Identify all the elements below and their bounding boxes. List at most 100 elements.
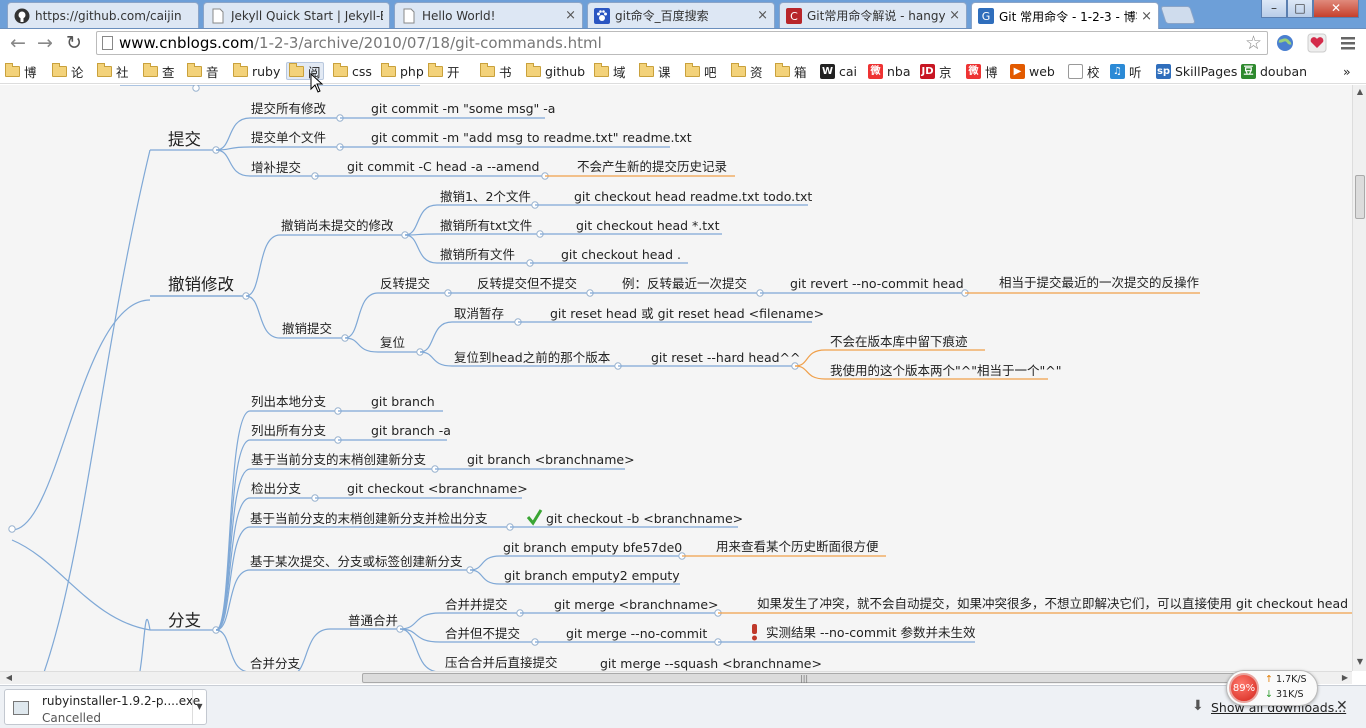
- bookmark-site-22[interactable]: 校: [1068, 62, 1100, 80]
- bookmark-star-icon[interactable]: ☆: [1245, 32, 1262, 54]
- bookmark-label: css: [352, 63, 372, 79]
- tab-close-button[interactable]: ×: [1141, 9, 1152, 24]
- scroll-up-icon[interactable]: ▲: [1353, 87, 1366, 96]
- bookmark-label: 校: [1087, 64, 1100, 80]
- folder-icon: [233, 62, 248, 77]
- undo-hard-note-2: 我使用的这个版本两个"^"相当于一个"^": [830, 363, 1062, 378]
- scroll-down-icon[interactable]: ▼: [1353, 657, 1366, 666]
- tab-hello-world[interactable]: Hello World! ×: [394, 2, 583, 28]
- folder-icon: [289, 62, 304, 77]
- bookmark-folder-13[interactable]: 课: [639, 62, 671, 80]
- vertical-scrollbar[interactable]: ▲ ▼: [1352, 85, 1366, 671]
- undo-all: 撤销所有文件: [440, 247, 516, 262]
- branch-from-commit-cmd-2: git branch emputy2 emputy: [504, 568, 680, 583]
- network-monitor-widget[interactable]: 89% ↑ 1.7K/S ↓ 31K/S: [1226, 670, 1318, 706]
- bookmark-folder-0[interactable]: 博: [5, 62, 37, 80]
- grip-icon: |||: [800, 674, 809, 683]
- bookmark-site-19[interactable]: JD 京: [920, 62, 952, 80]
- new-tab-button[interactable]: [1160, 6, 1196, 24]
- download-menu-dropdown-icon[interactable]: ▼: [192, 690, 206, 724]
- bookmark-folder-4[interactable]: 音: [187, 62, 219, 80]
- bookmark-site-24[interactable]: sp SkillPages: [1156, 62, 1237, 80]
- menu-wrench-icon[interactable]: [1338, 33, 1358, 53]
- tab-close-button[interactable]: ×: [949, 8, 960, 23]
- connector: [399, 612, 441, 630]
- bookmark-folder-9[interactable]: 开: [428, 62, 460, 80]
- bookmark-label: cai: [839, 63, 858, 79]
- branch-row-label-3: 检出分支: [251, 481, 302, 496]
- folder-icon: [526, 62, 541, 77]
- bookmarks-overflow-chevron-icon[interactable]: »: [1343, 62, 1351, 80]
- bookmark-folder-1[interactable]: 论: [52, 62, 84, 80]
- horizontal-scroll-thumb[interactable]: |||: [362, 673, 1247, 683]
- bookmark-site-17[interactable]: Wcai: [820, 62, 857, 80]
- scroll-right-icon[interactable]: ▶: [1338, 673, 1352, 682]
- bookmark-folder-7[interactable]: css: [333, 62, 372, 80]
- collapse-dot[interactable]: [8, 525, 16, 533]
- close-window-button[interactable]: ✕: [1313, 0, 1359, 18]
- bookmark-folder-3[interactable]: 查: [143, 62, 175, 80]
- connector: [215, 629, 248, 671]
- maximize-button[interactable]: □: [1287, 0, 1313, 18]
- heart-extension-icon[interactable]: [1307, 33, 1327, 53]
- connector: [469, 555, 501, 571]
- warning-exclamation-icon: [752, 624, 757, 641]
- folder-icon: [594, 62, 609, 77]
- bookmark-folder-10[interactable]: 书: [480, 62, 512, 80]
- back-arrow-icon[interactable]: ←: [6, 32, 30, 56]
- address-bar[interactable]: www.cnblogs.com/1-2-3/archive/2010/07/18…: [96, 31, 1268, 55]
- bookmark-folder-16[interactable]: 箱: [775, 62, 807, 80]
- bookmark-site-20[interactable]: 微博: [966, 62, 998, 80]
- globe-extension-icon[interactable]: [1275, 33, 1295, 53]
- tab-github[interactable]: https://github.com/caijin: [7, 2, 199, 28]
- bookmark-folder-5[interactable]: ruby: [233, 62, 280, 80]
- forward-arrow-icon[interactable]: →: [33, 32, 57, 56]
- bookmark-label: ruby: [252, 63, 281, 79]
- folder-icon: [480, 62, 495, 77]
- branch-merge-commit: 合并并提交: [445, 597, 508, 612]
- connector: [419, 351, 453, 367]
- bookmark-folder-8[interactable]: php: [381, 62, 424, 80]
- tab-baidu-search[interactable]: git命令_百度搜索 ×: [587, 2, 775, 28]
- vertical-scroll-thumb[interactable]: [1355, 175, 1365, 219]
- mindmap-canvas: 提交 提交所有修改 git commit -m "some msg" -a 提交单个文…: [0, 85, 1352, 671]
- mouse-pointer-icon: [310, 73, 324, 93]
- undo-hard-cmd: git reset --hard head^^: [651, 350, 801, 365]
- memory-usage-badge: 89%: [1229, 673, 1259, 703]
- bookmark-folder-14[interactable]: 吧: [685, 62, 717, 80]
- page-icon: [212, 8, 224, 23]
- connector: [419, 321, 453, 353]
- site-favicon-icon: 微: [966, 63, 981, 79]
- site-favicon-icon: 微: [868, 63, 883, 79]
- bookmark-label: php: [400, 63, 424, 79]
- bookmark-site-23[interactable]: ♫ 听: [1110, 62, 1142, 80]
- collapse-dot[interactable]: [192, 85, 200, 92]
- tab-close-button[interactable]: ×: [565, 8, 576, 23]
- connector: [215, 149, 251, 177]
- tab-close-button[interactable]: ×: [757, 8, 768, 23]
- tab-git-commands-active[interactable]: G Git 常用命令 - 1-2-3 - 博客 ×: [971, 2, 1159, 29]
- undo-reset: 复位: [380, 335, 406, 350]
- site-favicon-icon: 豆: [1241, 63, 1256, 79]
- page-icon: [403, 8, 415, 23]
- bookmark-label: 京: [939, 64, 952, 80]
- minimize-button[interactable]: –: [1261, 0, 1287, 18]
- commit-amend: 增补提交: [251, 160, 302, 175]
- bookmark-site-25[interactable]: 豆 douban: [1241, 62, 1307, 80]
- reload-icon[interactable]: ↻: [62, 32, 86, 56]
- bookmark-folder-15[interactable]: 资: [731, 62, 763, 80]
- scroll-left-icon[interactable]: ◀: [2, 673, 16, 682]
- bookmark-folder-11[interactable]: github: [526, 62, 585, 80]
- tab-git-explained[interactable]: C Git常用命令解说 - hangyu ×: [779, 2, 967, 28]
- horizontal-scrollbar[interactable]: ◀ ||| ▶: [0, 671, 1352, 684]
- bookmark-site-21[interactable]: ▶ web: [1010, 62, 1055, 80]
- bookmark-folder-2[interactable]: 社: [97, 62, 129, 80]
- bookmark-folder-12[interactable]: 域: [594, 62, 626, 80]
- tab-jekyll[interactable]: Jekyll Quick Start | Jekyll-B: [203, 2, 390, 28]
- bookmark-site-18[interactable]: 微 nba: [868, 62, 911, 80]
- connector: [469, 569, 501, 585]
- branch-merge-cmd: git merge <branchname>: [554, 597, 719, 612]
- close-shelf-button[interactable]: ✕: [1336, 698, 1348, 714]
- branch-from-commit-note: 用来查看某个历史断面很方便: [716, 539, 879, 554]
- download-item[interactable]: rubyinstaller-1.9.2-p....exe Cancelled ▼: [4, 689, 207, 725]
